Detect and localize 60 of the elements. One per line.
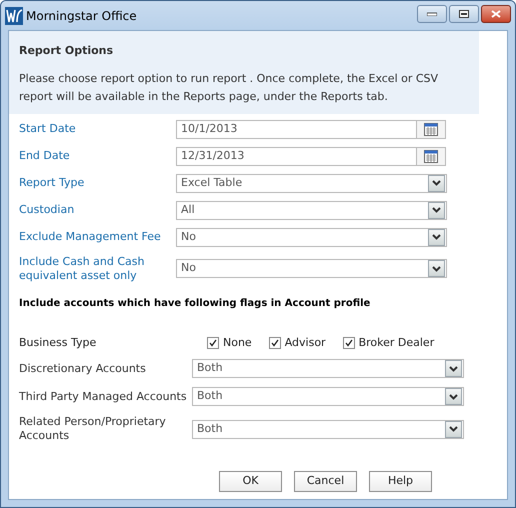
chevron-down-icon xyxy=(449,366,458,372)
chevron-down-icon xyxy=(432,266,441,272)
chevron-down-icon xyxy=(432,207,441,213)
checkbox[interactable] xyxy=(342,336,355,349)
flags-heading: Include accounts which have following flags in Account profile xyxy=(18,296,372,310)
dropdown-button[interactable] xyxy=(428,174,445,192)
dropdown-field[interactable]: No xyxy=(176,228,447,246)
field-label: Exclude Management Fee xyxy=(19,230,162,244)
chevron-down-icon xyxy=(432,234,441,240)
close-icon xyxy=(491,10,501,18)
dropdown-button[interactable] xyxy=(428,228,445,246)
field-label: Start Date xyxy=(19,122,77,136)
minimize-button[interactable] xyxy=(417,4,447,22)
field-label: End Date xyxy=(19,149,71,163)
calendar-icon xyxy=(421,150,441,162)
field-label: Custodian xyxy=(19,203,76,217)
window-title: Morningstar Office xyxy=(26,8,137,24)
dropdown-field[interactable]: Both xyxy=(192,420,464,438)
checkbox[interactable] xyxy=(207,336,219,349)
calendar-icon xyxy=(421,122,441,136)
checkbox-label: None xyxy=(223,334,252,350)
dropdown-field[interactable]: Excel Table xyxy=(176,174,447,192)
chevron-down-icon xyxy=(432,180,441,186)
maximize-button[interactable] xyxy=(449,4,479,22)
dropdown-button[interactable] xyxy=(428,202,445,218)
dropdown-button[interactable] xyxy=(428,260,445,277)
date-field[interactable]: 12/31/2013 xyxy=(176,146,417,166)
checkbox-label: Broker Dealer xyxy=(358,334,434,350)
date-field[interactable]: 10/1/2013 xyxy=(176,120,417,138)
maximize-icon xyxy=(459,10,469,18)
dialog-button[interactable]: Cancel xyxy=(294,471,357,492)
dropdown-field[interactable]: No xyxy=(176,259,447,278)
field-label: Include Cash and Cash equivalent asset only xyxy=(19,254,146,282)
field-label: Business Type xyxy=(19,334,98,350)
dropdown-field[interactable]: Both xyxy=(192,387,464,406)
dropdown-field[interactable]: Both xyxy=(192,359,464,378)
minimize-icon xyxy=(427,12,437,16)
chevron-down-icon xyxy=(449,426,458,432)
calendar-button[interactable] xyxy=(417,146,446,166)
checkbox-label: Advisor xyxy=(284,334,326,350)
field-label: Third Party Managed Accounts xyxy=(19,390,188,404)
chevron-down-icon xyxy=(449,394,458,400)
dropdown-button[interactable] xyxy=(445,360,462,377)
dropdown-button[interactable] xyxy=(445,420,462,438)
field-label: Related Person/Proprietary Accounts xyxy=(19,415,167,443)
field-label: Report Type xyxy=(19,176,86,190)
dropdown-field[interactable]: All xyxy=(176,200,447,220)
checkbox[interactable] xyxy=(268,336,281,349)
check-icon xyxy=(209,338,217,347)
instructions-text: Please choose report option to run report . Once complete, the Excel or CSV report will be available in the Reports page, under the Reports tab. xyxy=(19,70,440,104)
calendar-button[interactable] xyxy=(417,120,446,138)
check-icon xyxy=(344,338,353,347)
dialog-button[interactable]: OK xyxy=(219,471,282,492)
section-title: Report Options xyxy=(19,43,114,59)
dialog-button[interactable]: Help xyxy=(369,471,432,492)
dropdown-button[interactable] xyxy=(445,388,462,405)
close-button[interactable] xyxy=(481,4,511,22)
check-icon xyxy=(270,338,279,347)
logo-icon xyxy=(5,6,23,24)
field-label: Discretionary Accounts xyxy=(19,362,147,376)
